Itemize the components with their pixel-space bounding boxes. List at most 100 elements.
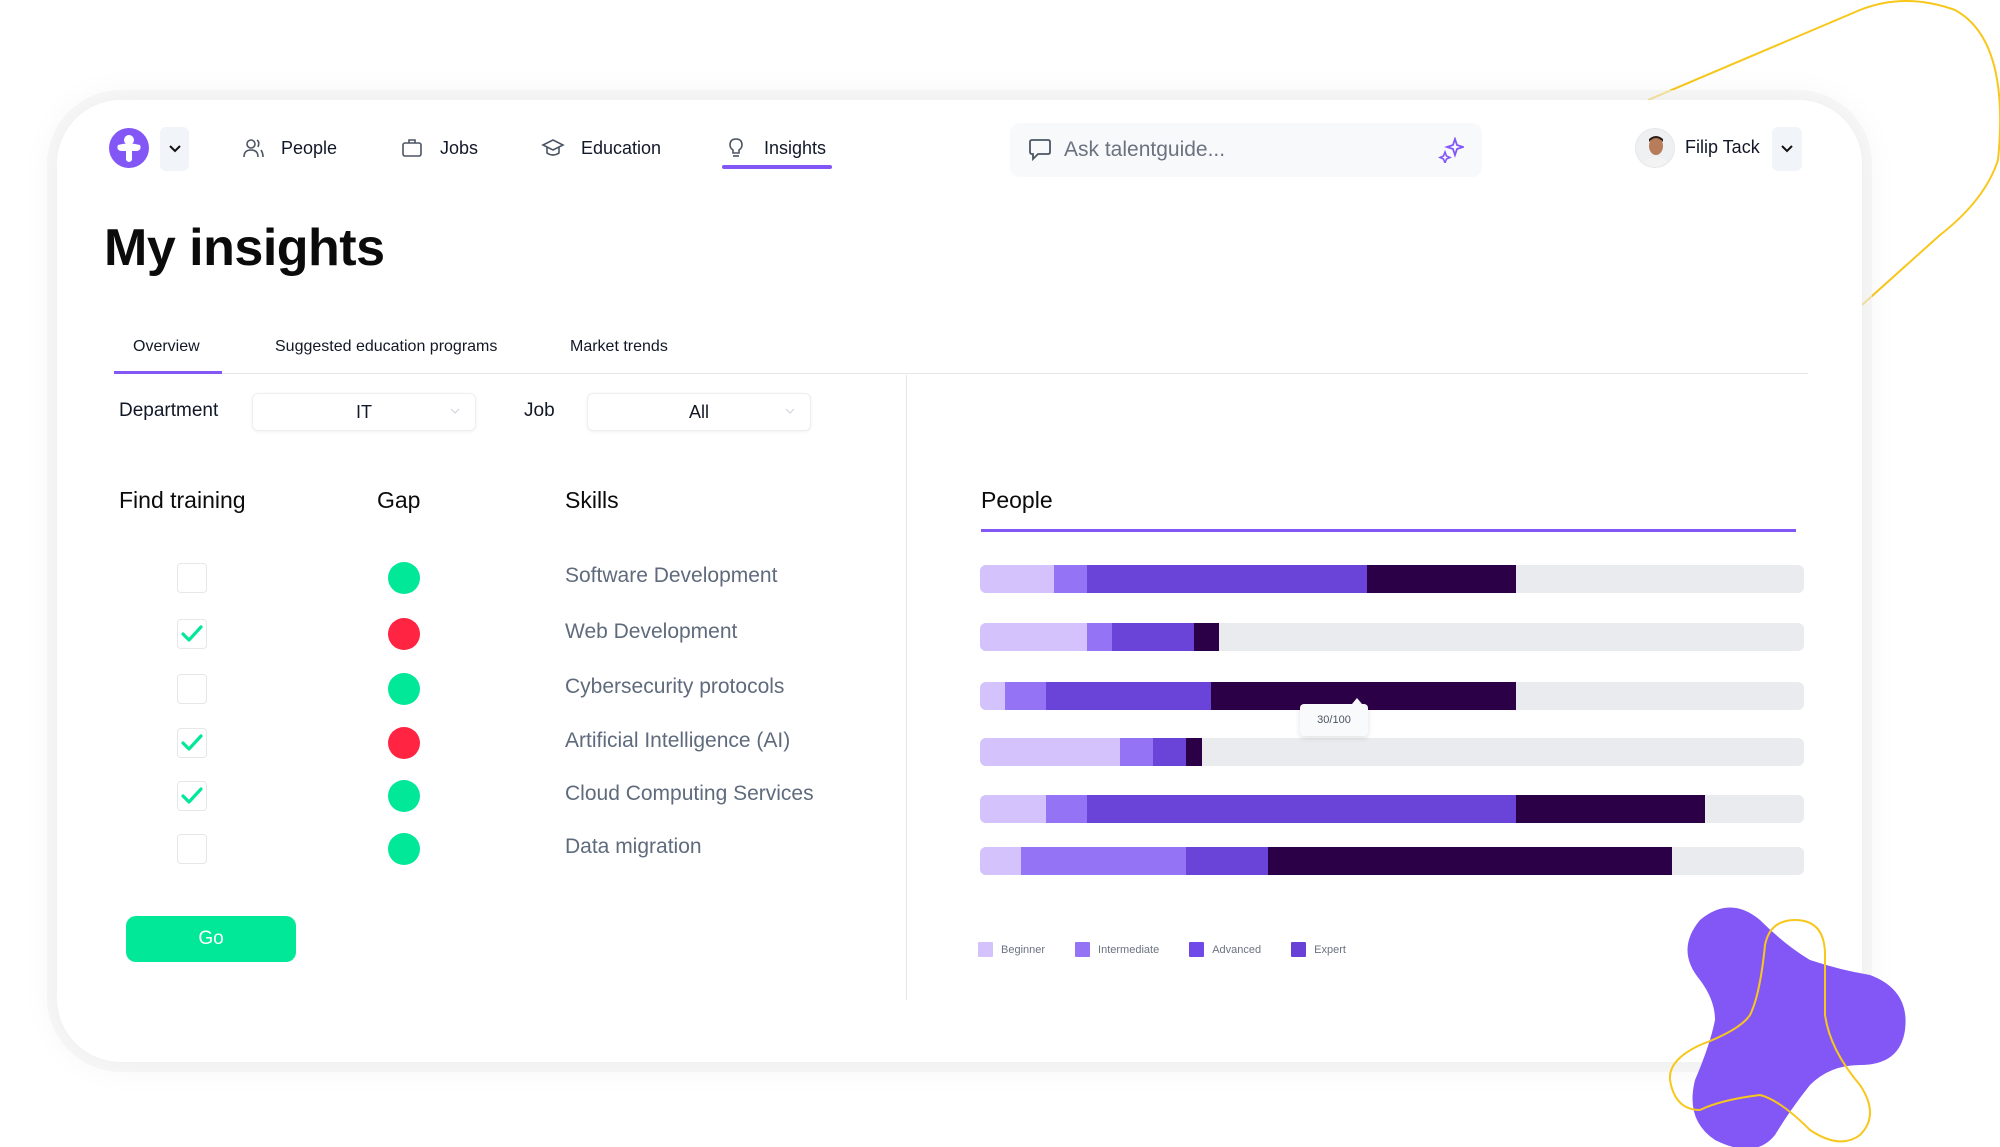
nav-education[interactable]: Education <box>541 130 661 166</box>
find-training-checkbox[interactable] <box>177 563 207 593</box>
chat-bubble-icon <box>1029 139 1051 162</box>
skill-name: Cloud Computing Services <box>565 782 814 805</box>
bar-segment-intermediate[interactable] <box>1004 682 1046 710</box>
column-find-training: Find training <box>119 487 246 513</box>
nav-people[interactable]: People <box>241 130 337 166</box>
bar-track[interactable] <box>980 795 1804 823</box>
bar-track[interactable] <box>980 682 1804 710</box>
search-placeholder: Ask talentguide... <box>1064 138 1226 161</box>
bar-segment-beginner[interactable] <box>980 623 1088 651</box>
nav-education-label: Education <box>581 137 662 158</box>
nav-insights-label: Insights <box>764 137 827 158</box>
job-value: All <box>688 401 709 422</box>
bar-segment-intermediate[interactable] <box>1021 847 1186 875</box>
people-chart <box>980 560 1804 880</box>
lightbulb-icon <box>729 138 743 157</box>
find-training-checkbox[interactable] <box>177 619 207 649</box>
bar-segment-intermediate[interactable] <box>1087 623 1112 651</box>
bar-segment-beginner[interactable] <box>980 682 1005 710</box>
chart-tooltip: 30/100 <box>1300 698 1368 736</box>
job-label: Job <box>524 400 555 421</box>
bar-track[interactable] <box>980 847 1804 875</box>
page-title: My insights <box>104 219 385 277</box>
find-training-checkbox[interactable] <box>177 728 207 758</box>
bar-segment-intermediate[interactable] <box>1045 795 1088 823</box>
legend-swatch <box>1189 942 1205 957</box>
skill-name: Cybersecurity protocols <box>565 675 785 698</box>
legend-swatch <box>1075 942 1091 957</box>
bar-segment-beginner[interactable] <box>980 738 1121 766</box>
gap-status-indicator <box>388 618 420 650</box>
legend-swatch <box>978 942 993 957</box>
bar-segment-intermediate[interactable] <box>1054 565 1088 593</box>
bar-segment-expert[interactable] <box>1194 623 1219 651</box>
job-select[interactable]: All <box>587 393 811 431</box>
bar-segment-expert[interactable] <box>1367 565 1516 593</box>
tab-overview[interactable]: Overview <box>133 338 200 356</box>
checkmark-icon <box>181 625 203 642</box>
chart-title: People <box>981 487 1053 513</box>
nav-people-label: People <box>281 137 338 158</box>
bar-track[interactable] <box>980 623 1804 651</box>
skill-name: Data migration <box>565 835 702 858</box>
bar-segment-beginner[interactable] <box>980 847 1022 875</box>
department-select[interactable]: IT <box>252 393 476 431</box>
avatar-photo <box>1636 129 1674 167</box>
department-label: Department <box>119 400 219 421</box>
legend-label: Advanced <box>1212 943 1262 956</box>
legend-label: Intermediate <box>1098 943 1160 956</box>
search-input[interactable]: Ask talentguide... <box>1010 123 1482 177</box>
bar-segment-advanced[interactable] <box>1045 682 1211 710</box>
legend-swatch <box>1291 942 1307 957</box>
bar-segment-beginner[interactable] <box>980 795 1046 823</box>
department-value: IT <box>356 401 372 422</box>
bar-track[interactable] <box>980 738 1804 766</box>
bar-segment-advanced[interactable] <box>1087 565 1368 593</box>
logo-icon <box>117 135 141 162</box>
tab-market-trends[interactable]: Market trends <box>570 338 668 356</box>
find-training-checkbox[interactable] <box>177 834 207 864</box>
skill-name: Web Development <box>565 620 738 643</box>
people-icon <box>243 139 264 158</box>
briefcase-icon <box>402 139 422 157</box>
app-logo[interactable] <box>109 128 149 168</box>
bar-segment-advanced[interactable] <box>1087 795 1516 823</box>
gap-status-indicator <box>388 780 420 812</box>
user-menu-dropdown[interactable] <box>1772 127 1802 171</box>
nav-jobs[interactable]: Jobs <box>400 130 478 166</box>
chart-title-underline <box>981 529 1796 532</box>
bar-segment-intermediate[interactable] <box>1120 738 1154 766</box>
bar-segment-advanced[interactable] <box>1153 738 1186 766</box>
legend-item: Expert <box>1291 942 1346 957</box>
bar-segment-advanced[interactable] <box>1111 623 1195 651</box>
bar-segment-advanced[interactable] <box>1186 847 1269 875</box>
skill-name: Software Development <box>565 564 778 587</box>
app-switcher-dropdown[interactable] <box>160 127 189 171</box>
bar-segment-expert[interactable] <box>1515 795 1706 823</box>
bar-track[interactable] <box>980 565 1804 593</box>
user-avatar[interactable] <box>1635 128 1675 168</box>
column-gap: Gap <box>377 487 421 513</box>
gap-status-indicator <box>388 673 420 705</box>
graduation-cap-icon <box>541 139 565 156</box>
user-name[interactable]: Filip Tack <box>1685 137 1760 158</box>
legend-label: Expert <box>1314 943 1346 956</box>
gap-status-indicator <box>388 727 420 759</box>
legend-item: Intermediate <box>1075 942 1159 957</box>
bar-segment-expert[interactable] <box>1186 738 1203 766</box>
find-training-checkbox[interactable] <box>177 674 207 704</box>
chevron-down-icon <box>168 145 181 153</box>
nav-insights[interactable]: Insights <box>724 130 826 166</box>
sparkle-icon[interactable] <box>1438 137 1464 163</box>
chevron-down-icon <box>450 408 460 414</box>
go-button[interactable]: Go <box>126 916 296 962</box>
bar-segment-expert[interactable] <box>1268 847 1673 875</box>
find-training-checkbox[interactable] <box>177 781 207 811</box>
tab-suggested-education-programs[interactable]: Suggested education programs <box>275 338 497 356</box>
tab-active-indicator <box>114 371 222 374</box>
panel-divider <box>906 375 907 1000</box>
skill-name: Artificial Intelligence (AI) <box>565 729 791 752</box>
bar-segment-beginner[interactable] <box>980 565 1055 593</box>
legend-item: Advanced <box>1189 942 1261 957</box>
column-skills: Skills <box>565 487 619 513</box>
